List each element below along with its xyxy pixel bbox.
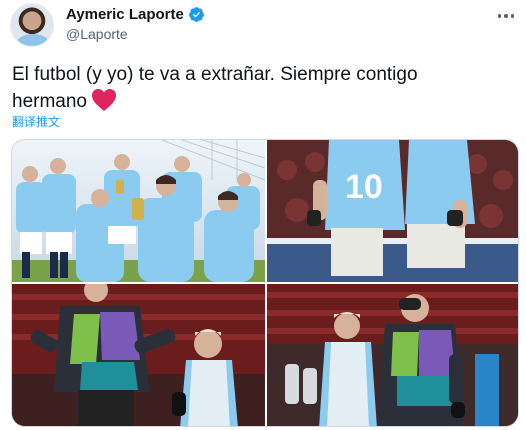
author-name-row: Aymeric Laporte bbox=[66, 6, 205, 23]
avatar[interactable] bbox=[10, 3, 54, 47]
tweet-text-line2: hermano bbox=[12, 91, 87, 112]
photo-celebration[interactable] bbox=[12, 140, 265, 282]
red-heart-icon bbox=[92, 89, 116, 111]
author-handle[interactable]: @Laporte bbox=[66, 26, 128, 42]
tweet-text: El futbol (y yo) te va a extrañar. Siemp… bbox=[12, 62, 512, 115]
photo-training-facepalm[interactable] bbox=[267, 284, 518, 426]
svg-text:10: 10 bbox=[345, 168, 383, 206]
photo-training-warmup[interactable] bbox=[12, 284, 265, 426]
verified-badge-icon bbox=[188, 7, 204, 22]
photo-jersey-10[interactable]: 10 bbox=[267, 140, 518, 282]
tweet-text-line1: El futbol (y yo) te va a extrañar. Siemp… bbox=[12, 64, 418, 85]
more-options-icon[interactable] bbox=[494, 6, 518, 26]
author-display-name[interactable]: Aymeric Laporte bbox=[66, 6, 184, 23]
media-grid: 10 bbox=[11, 139, 519, 427]
tweet-card: Aymeric Laporte @Laporte El futbol (y yo… bbox=[0, 0, 526, 430]
tweet-text-line2-wrap: hermano bbox=[12, 88, 512, 115]
translate-tweet-link[interactable]: 翻译推文 bbox=[12, 113, 60, 130]
